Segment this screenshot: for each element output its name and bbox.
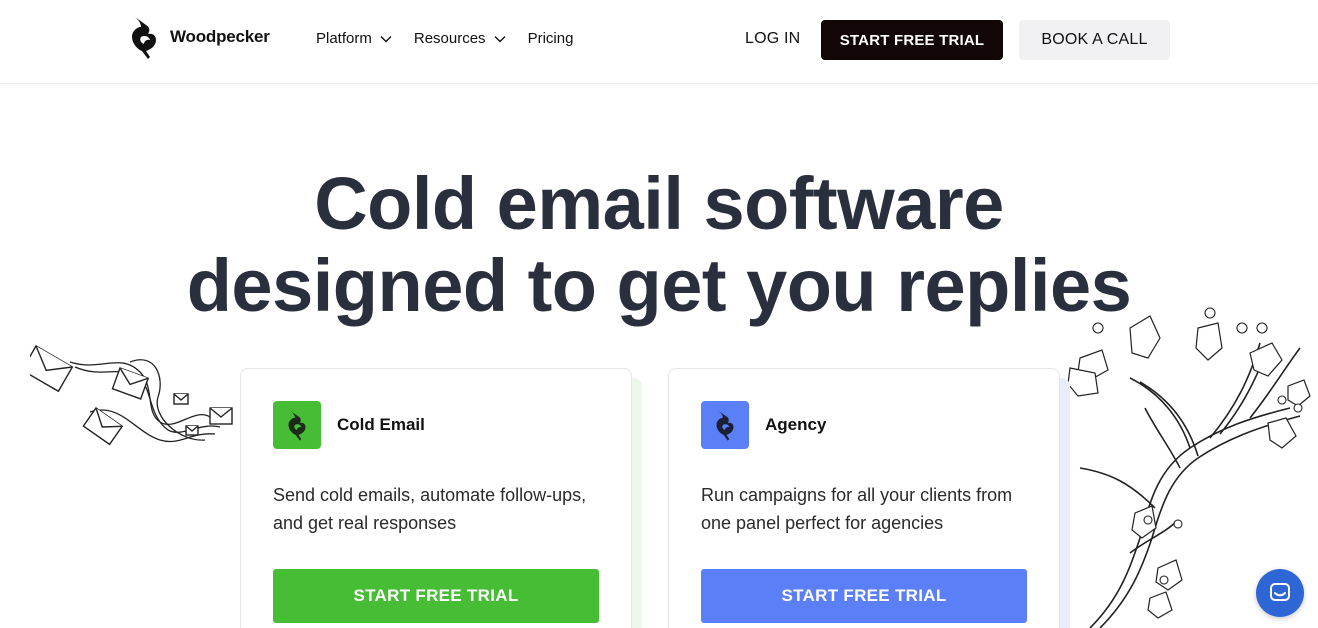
chat-bubble-icon	[1270, 583, 1290, 601]
book-a-call-button[interactable]: BOOK A CALL	[1019, 20, 1170, 60]
flying-envelopes-icon	[30, 345, 233, 446]
hero-title-line-2: designed to get you replies	[186, 244, 1132, 327]
nav-pricing-label: Pricing	[527, 30, 574, 47]
nav-resources[interactable]: Resources	[414, 30, 506, 47]
card-agency-title: Agency	[765, 415, 827, 434]
agency-start-trial-button[interactable]: START FREE TRIAL	[701, 569, 1027, 623]
chevron-down-icon	[494, 35, 506, 42]
woodpecker-logo-icon	[132, 17, 156, 59]
chevron-down-icon	[380, 35, 392, 42]
woodpecker-logo-icon	[288, 410, 306, 441]
nav-pricing[interactable]: Pricing	[528, 30, 574, 47]
woodpecker-logo-icon	[716, 410, 734, 441]
login-link[interactable]: LOG IN	[745, 30, 800, 48]
chat-launcher-button[interactable]	[1256, 569, 1304, 617]
nav-platform[interactable]: Platform	[316, 30, 392, 47]
card-cold-email-icon	[273, 401, 321, 449]
brand-name: Woodpecker	[170, 27, 270, 46]
main-nav: Platform Resources Pricing	[316, 30, 595, 47]
cold-email-start-trial-button[interactable]: START FREE TRIAL	[273, 569, 599, 623]
card-cold-email-title: Cold Email	[337, 415, 425, 434]
card-agency: Agency Run campaigns for all your client…	[668, 368, 1060, 628]
nav-platform-label: Platform	[316, 30, 372, 47]
brand-logo[interactable]: Woodpecker	[128, 13, 270, 61]
start-free-trial-button[interactable]: START FREE TRIAL	[821, 20, 1003, 60]
site-header: Woodpecker Platform Resources Pricing LO…	[0, 0, 1318, 84]
card-agency-description: Run campaigns for all your clients from …	[701, 485, 1013, 533]
card-cold-email-description: Send cold emails, automate follow-ups, a…	[273, 485, 587, 533]
card-agency-icon	[701, 401, 749, 449]
nav-resources-label: Resources	[413, 30, 486, 47]
hero-title-line-1: Cold email software	[314, 162, 1004, 245]
card-cold-email: Cold Email Send cold emails, automate fo…	[240, 368, 632, 628]
